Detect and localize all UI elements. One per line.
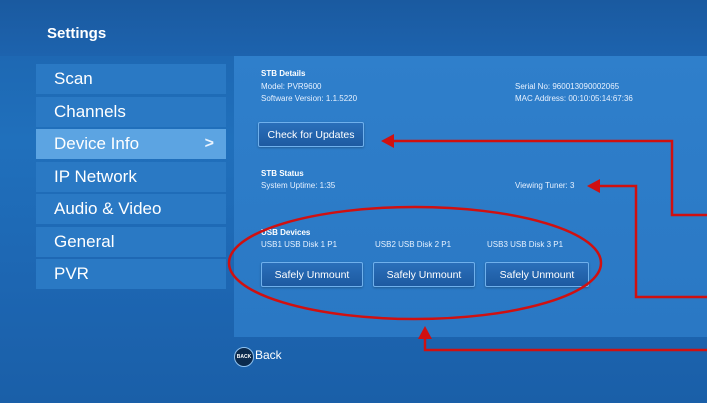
sidebar-item-label: IP Network (54, 166, 137, 186)
system-uptime-text: System Uptime: 1:35 (261, 181, 336, 190)
device-info-panel: STB Details Model: PVR9600 Software Vers… (234, 56, 707, 337)
usb-device-name: USB2 USB Disk 2 P1 (375, 240, 452, 249)
sidebar-item-channels[interactable]: Channels (36, 96, 226, 127)
stb-details-heading: STB Details (261, 69, 306, 78)
sidebar-item-scan[interactable]: Scan (36, 64, 226, 94)
sidebar-item-device-info[interactable]: Device Info > (36, 129, 226, 159)
safely-unmount-usb3-button[interactable]: Safely Unmount (485, 262, 589, 287)
sidebar-item-label: Scan (54, 69, 93, 88)
sidebar-item-ip-network[interactable]: IP Network (36, 161, 226, 192)
chevron-right-icon: > (204, 135, 214, 152)
sidebar-item-label: Channels (54, 101, 126, 121)
check-for-updates-button[interactable]: Check for Updates (258, 122, 364, 147)
model-text: Model: PVR9600 (261, 82, 322, 91)
page-title: Settings (47, 25, 107, 42)
sidebar-item-general[interactable]: General (36, 226, 226, 257)
viewing-tuner-text: Viewing Tuner: 3 (515, 181, 575, 190)
back-label: Back (255, 348, 282, 362)
software-version-text: Software Version: 1.1.5220 (261, 94, 358, 103)
arrow-line-usb (423, 335, 707, 352)
sidebar-item-label: General (54, 231, 115, 251)
sidebar-item-audio-video[interactable]: Audio & Video (36, 194, 226, 224)
back-remote-icon: BACK (234, 347, 254, 367)
stb-status-heading: STB Status (261, 169, 304, 178)
usb-device-name: USB3 USB Disk 3 P1 (487, 240, 564, 249)
sidebar-item-label: Audio & Video (54, 199, 162, 218)
usb-devices-heading: USB Devices (261, 228, 311, 237)
sidebar-item-label: Device Info (54, 134, 140, 153)
sidebar-menu: Scan Channels Device Info > IP Network A… (36, 64, 226, 292)
sidebar-item-pvr[interactable]: PVR (36, 259, 226, 289)
usb-device-name: USB1 USB Disk 1 P1 (261, 240, 338, 249)
settings-screen: Settings Scan Channels Device Info > IP … (0, 0, 707, 403)
serial-number-text: Serial No: 960013090002065 (515, 82, 620, 91)
mac-address-text: MAC Address: 00:10:05:14:67:36 (515, 94, 633, 103)
safely-unmount-usb2-button[interactable]: Safely Unmount (373, 262, 475, 287)
safely-unmount-usb1-button[interactable]: Safely Unmount (261, 262, 363, 287)
sidebar-item-label: PVR (54, 264, 89, 283)
